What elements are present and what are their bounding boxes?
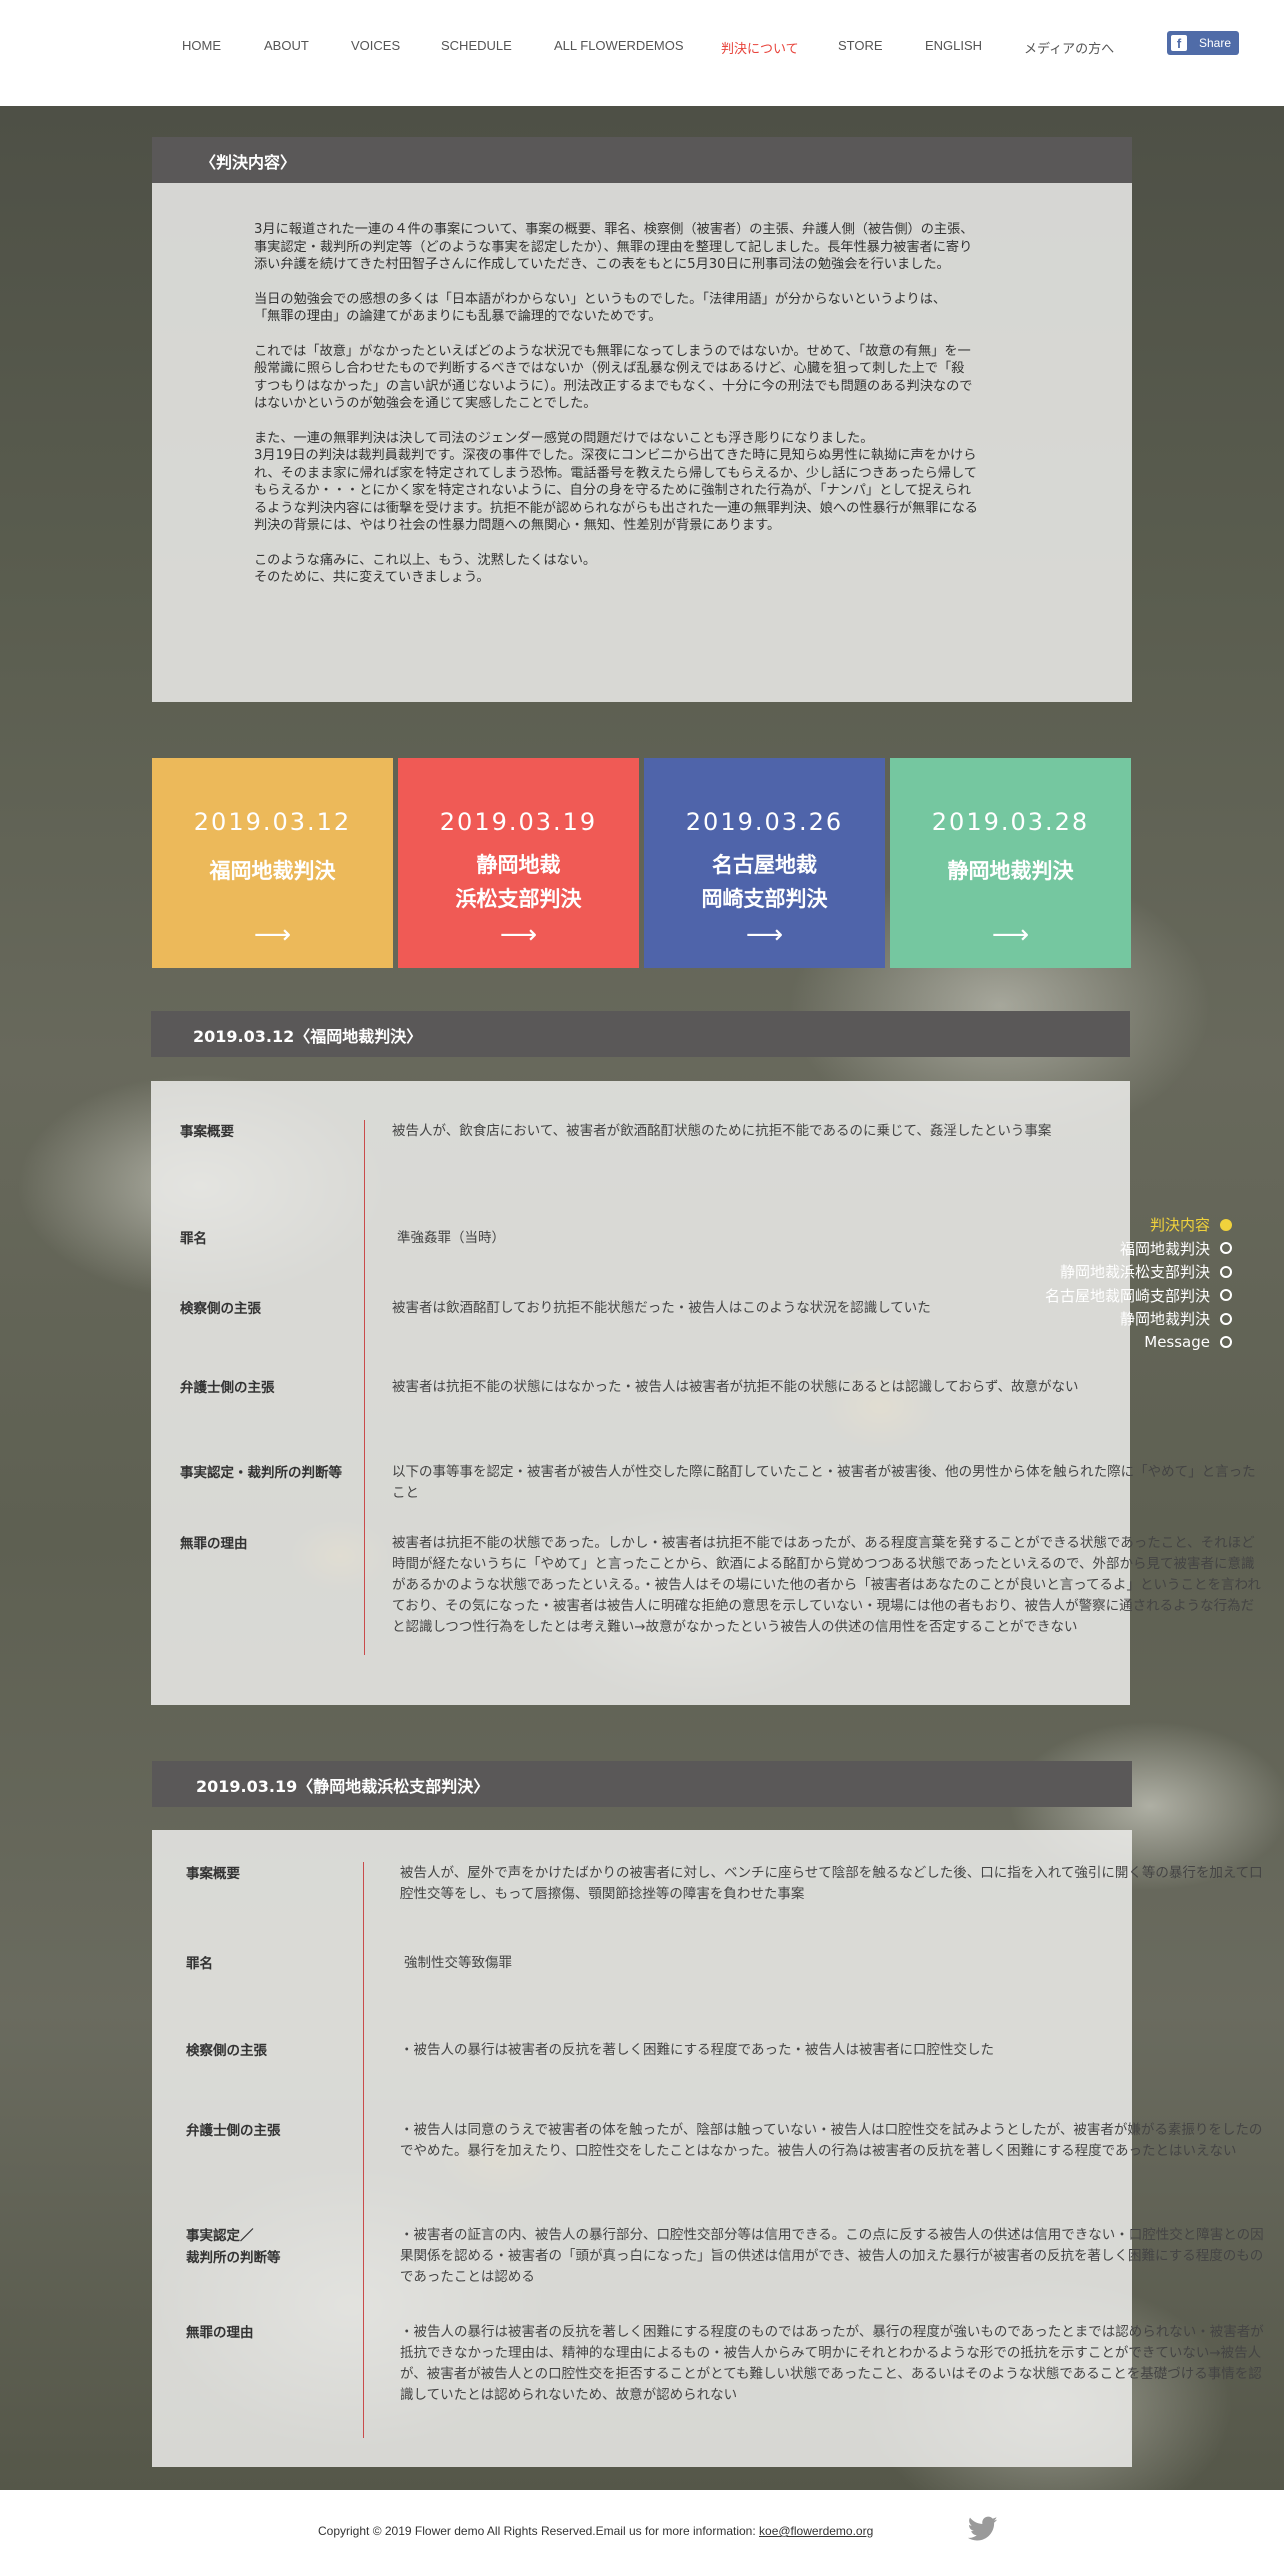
card-court: 静岡地裁判決 bbox=[947, 859, 1074, 883]
row-label: 弁護士側の主張 bbox=[186, 2123, 281, 2139]
row-value: 被告人が、飲食店において、被害者が飲酒酩酊状態のために抗拒不能であるのに乗じて、… bbox=[392, 1123, 1052, 1139]
side-nav-shizuoka[interactable]: 静岡地裁判決 bbox=[1045, 1307, 1232, 1331]
nav-english[interactable]: ENGLISH bbox=[925, 38, 982, 53]
email-link[interactable]: koe@flowerdemo.org bbox=[759, 2524, 873, 2538]
card-court: 静岡地裁 浜松支部判決 bbox=[455, 853, 582, 911]
twitter-icon[interactable] bbox=[968, 2516, 998, 2542]
card-date: 2019.03.26 bbox=[685, 808, 844, 836]
hamamatsu-title: 2019.03.19〈静岡地裁浜松支部判決〉 bbox=[196, 1777, 490, 1796]
side-nav-message[interactable]: Message bbox=[1045, 1331, 1232, 1355]
section-side-nav: 判決内容 福岡地裁判決 静岡地裁浜松支部判決 名古屋地裁岡崎支部判決 静岡地裁判… bbox=[1045, 1213, 1232, 1354]
row-value: 被害者は抗拒不能の状態にはなかった・被告人は被害者が抗拒不能の状態にあるとは認識… bbox=[392, 1379, 1079, 1395]
row-label: 事案概要 bbox=[180, 1124, 234, 1140]
row-label: 事案概要 bbox=[186, 1866, 240, 1882]
active-dot-icon bbox=[1220, 1218, 1232, 1231]
side-nav-hamamatsu[interactable]: 静岡地裁浜松支部判決 bbox=[1045, 1260, 1232, 1284]
arrow-right-icon: ⟶ bbox=[499, 920, 538, 950]
side-nav-label: 福岡地裁判決 bbox=[1119, 1239, 1210, 1258]
divider-line bbox=[363, 1862, 364, 2438]
nav-media[interactable]: メディアの方へ bbox=[1024, 38, 1114, 57]
side-nav-label: 判決内容 bbox=[1149, 1216, 1210, 1235]
card-date: 2019.03.28 bbox=[931, 808, 1090, 836]
fukuoka-title: 2019.03.12〈福岡地裁判決〉 bbox=[193, 1027, 423, 1046]
side-nav-label: 静岡地裁浜松支部判決 bbox=[1059, 1263, 1210, 1282]
intro-paragraph: このような痛みに、これ以上、もう、沈黙したくはない。 そのために、共に変えていき… bbox=[254, 552, 597, 586]
arrow-right-icon: ⟶ bbox=[991, 920, 1030, 950]
fukuoka-title-bar: 2019.03.12〈福岡地裁判決〉 bbox=[151, 1011, 1130, 1057]
card-court: 福岡地裁判決 bbox=[209, 859, 336, 883]
copyright-text: Copyright © 2019 Flower demo All Rights … bbox=[318, 2524, 873, 2538]
row-label: 罪名 bbox=[186, 1956, 213, 1972]
dot-icon bbox=[1220, 1289, 1232, 1302]
nav-store[interactable]: STORE bbox=[838, 38, 883, 53]
card-fukuoka[interactable]: 2019.03.12 福岡地裁判決 ⟶ bbox=[152, 758, 393, 968]
intro-text: 3月に報道された一連の４件の事案について、事案の概要、罪名、検察側（被害者）の主… bbox=[254, 221, 1024, 604]
dot-icon bbox=[1220, 1336, 1232, 1349]
copyright-label: Copyright © 2019 Flower demo All Rights … bbox=[318, 2524, 760, 2538]
intro-title-bar: 〈判決内容〉 bbox=[152, 137, 1132, 183]
row-value: ・被告人の暴行は被害者の反抗を著しく困難にする程度であった・被告人は被害者に口腔… bbox=[400, 2042, 994, 2058]
row-label: 検察側の主張 bbox=[180, 1301, 261, 1317]
intro-paragraph: これでは「故意」がなかったといえばどのような状況でも無罪になってしまうのではない… bbox=[254, 343, 973, 412]
row-value: 被害者は抗拒不能の状態であった。しかし・被害者は抗拒不能ではあったが、ある程度言… bbox=[392, 1535, 1261, 1635]
side-nav-label: 静岡地裁判決 bbox=[1119, 1310, 1210, 1329]
intro-paragraph: 当日の勉強会での感想の多くは「日本語がわからない」というものでした。「法律用語」… bbox=[254, 291, 947, 325]
dot-icon bbox=[1220, 1242, 1232, 1255]
nav-about[interactable]: ABOUT bbox=[264, 38, 309, 53]
side-nav-judgment-contents[interactable]: 判決内容 bbox=[1045, 1213, 1232, 1237]
dot-icon bbox=[1220, 1312, 1232, 1325]
row-label: 検察側の主張 bbox=[186, 2043, 267, 2059]
card-date: 2019.03.12 bbox=[193, 808, 352, 836]
arrow-right-icon: ⟶ bbox=[253, 920, 292, 950]
side-nav-okazaki[interactable]: 名古屋地裁岡崎支部判決 bbox=[1045, 1284, 1232, 1308]
nav-about-judgments[interactable]: 判決について bbox=[721, 38, 799, 57]
dot-icon bbox=[1220, 1265, 1232, 1278]
row-label: 無罪の理由 bbox=[180, 1536, 248, 1552]
row-value: 以下の事等事を認定・被害者が被告人が性交した際に酩酊していたこと・被害者が被害後… bbox=[392, 1464, 1256, 1501]
card-date: 2019.03.19 bbox=[439, 808, 598, 836]
card-shizuoka[interactable]: 2019.03.28 静岡地裁判決 ⟶ bbox=[890, 758, 1131, 968]
row-label: 罪名 bbox=[180, 1231, 207, 1247]
nav-voices[interactable]: VOICES bbox=[351, 38, 400, 53]
site-header: HOME ABOUT VOICES SCHEDULE ALL FLOWERDEM… bbox=[0, 0, 1284, 106]
card-court: 名古屋地裁 岡崎支部判決 bbox=[701, 853, 828, 911]
card-hamamatsu[interactable]: 2019.03.19 静岡地裁 浜松支部判決 ⟶ bbox=[398, 758, 639, 968]
intro-paragraph: また、一連の無罪判決は決して司法のジェンダー感覚の問題だけではないことも浮き彫り… bbox=[254, 430, 978, 534]
card-okazaki[interactable]: 2019.03.26 名古屋地裁 岡崎支部判決 ⟶ bbox=[644, 758, 885, 968]
row-value: ・被告人は同意のうえで被害者の体を触ったが、陰部は触っていない・被告人は口腔性交… bbox=[400, 2122, 1263, 2159]
row-value: ・被害者の証言の内、被告人の暴行部分、口腔性交部分等は信用できる。この点に反する… bbox=[400, 2227, 1264, 2285]
site-footer: Copyright © 2019 Flower demo All Rights … bbox=[0, 2490, 1284, 2568]
row-label: 事実認定・裁判所の判断等 bbox=[180, 1465, 342, 1481]
side-nav-label: Message bbox=[1144, 1333, 1210, 1352]
facebook-share-button[interactable]: f Share bbox=[1167, 31, 1239, 55]
row-label: 弁護士側の主張 bbox=[180, 1380, 275, 1396]
facebook-icon: f bbox=[1171, 35, 1187, 51]
side-nav-fukuoka[interactable]: 福岡地裁判決 bbox=[1045, 1237, 1232, 1261]
row-label: 無罪の理由 bbox=[186, 2325, 254, 2341]
row-value: 被告人が、屋外で声をかけたばかりの被害者に対し、ベンチに座らせて陰部を触るなどし… bbox=[400, 1865, 1263, 1902]
row-value: 強制性交等致傷罪 bbox=[404, 1955, 512, 1971]
intro-paragraph: 3月に報道された一連の４件の事案について、事案の概要、罪名、検察側（被害者）の主… bbox=[254, 222, 974, 272]
nav-all-flowerdemos[interactable]: ALL FLOWERDEMOS bbox=[554, 38, 684, 53]
arrow-right-icon: ⟶ bbox=[745, 920, 784, 950]
row-value: ・被告人の暴行は被害者の反抗を著しく困難にする程度のものではあったが、暴行の程度… bbox=[400, 2324, 1264, 2403]
row-label: 事実認定／ 裁判所の判断等 bbox=[186, 2228, 281, 2266]
side-nav-label: 名古屋地裁岡崎支部判決 bbox=[1044, 1286, 1210, 1305]
nav-home[interactable]: HOME bbox=[182, 38, 221, 53]
share-label: Share bbox=[1199, 36, 1232, 50]
intro-title: 〈判決内容〉 bbox=[200, 153, 297, 172]
hamamatsu-title-bar: 2019.03.19〈静岡地裁浜松支部判決〉 bbox=[152, 1761, 1132, 1807]
nav-schedule[interactable]: SCHEDULE bbox=[441, 38, 512, 53]
